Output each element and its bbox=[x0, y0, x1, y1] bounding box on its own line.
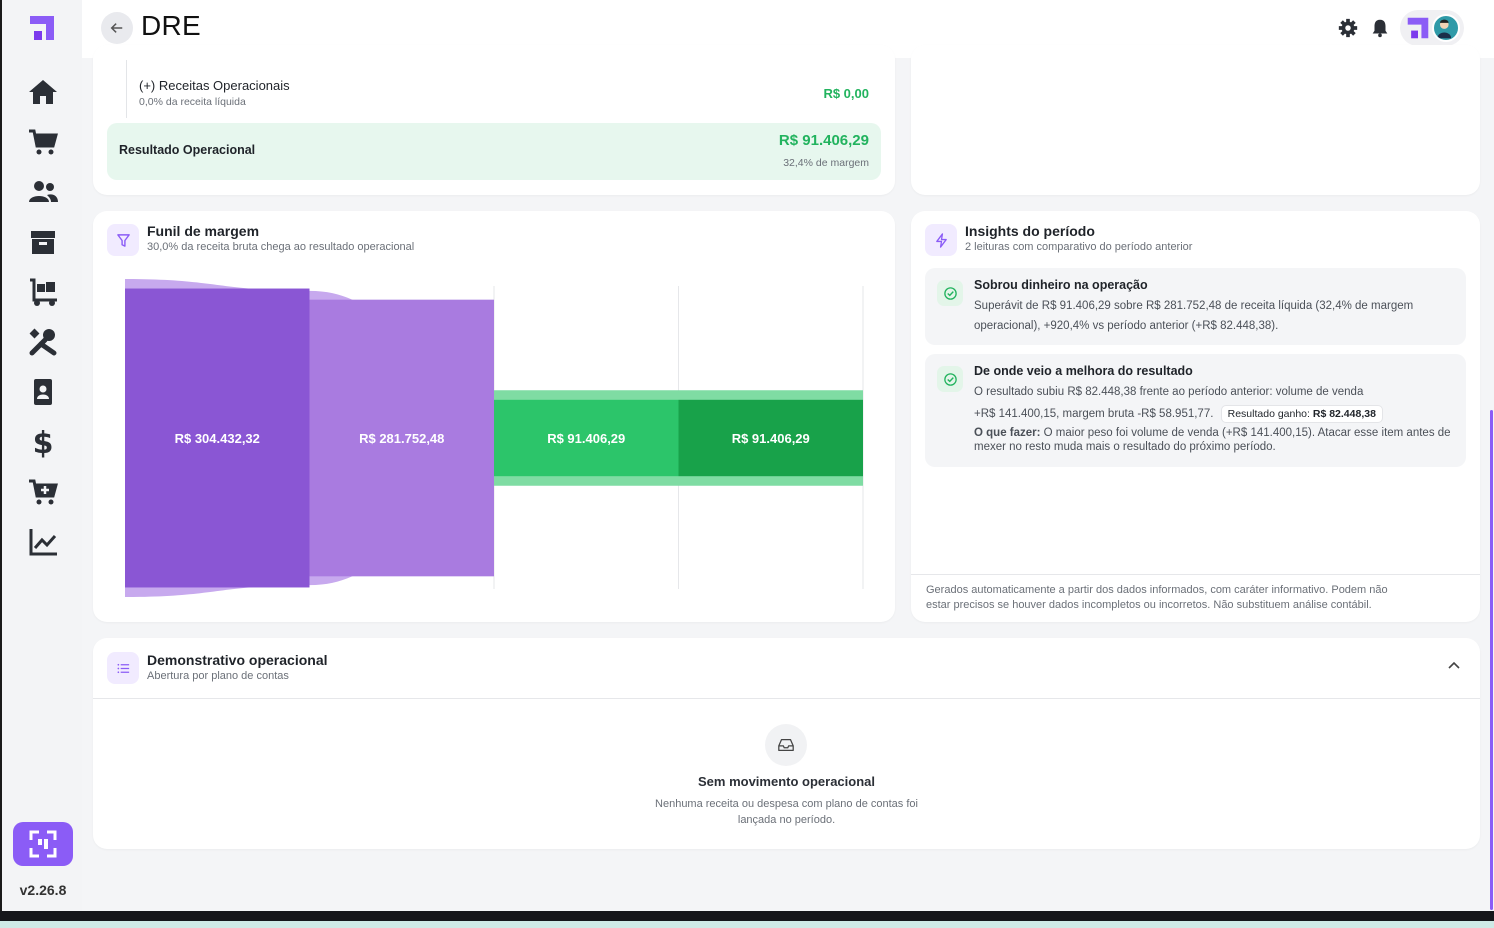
result-box: Resultado Operacional R$ 91.406,29 32,4%… bbox=[107, 123, 881, 180]
todo-text: mexer no resto muda mais o resultado do … bbox=[974, 441, 1276, 453]
empty-line: lançada no período. bbox=[737, 814, 836, 826]
logo-icon[interactable] bbox=[28, 14, 56, 42]
funnel-stage-label: R$ 304.432,32 bbox=[175, 431, 260, 446]
insights-footer: Gerados automaticamente a partir dos dad… bbox=[926, 583, 1388, 613]
dollar-icon[interactable]: $ bbox=[25, 426, 61, 458]
funnel-card: Funil de margem 30,0% da receita bruta c… bbox=[93, 211, 895, 622]
home-icon[interactable] bbox=[25, 76, 61, 108]
bell-icon[interactable] bbox=[1369, 17, 1391, 39]
chip-value: R$ 82.448,38 bbox=[1312, 408, 1376, 420]
divider bbox=[911, 574, 1480, 575]
insight-title: Sobrou dinheiro na operação bbox=[974, 278, 1148, 292]
app-window: $ v2.26.8 DRE (+) Receitas Operacionais … bbox=[0, 0, 1494, 911]
empty-line: Nenhuma receita ou despesa com plano de … bbox=[655, 798, 918, 810]
insight-todo: O que fazer: O maior peso foi volume de … bbox=[974, 426, 1458, 454]
statement-subtitle: Abertura por plano de contas bbox=[147, 670, 289, 682]
dolly-icon[interactable] bbox=[25, 276, 61, 308]
insight-line: operacional), +920,4% vs período anterio… bbox=[974, 320, 1279, 332]
footer-line: Gerados automaticamente a partir dos dad… bbox=[926, 584, 1388, 596]
statement-title: Demonstrativo operacional bbox=[147, 652, 328, 668]
empty-state-text: Nenhuma receita ou despesa com plano de … bbox=[93, 796, 1480, 828]
svg-text:$: $ bbox=[33, 426, 54, 458]
user-menu[interactable] bbox=[1400, 10, 1464, 46]
result-gain-chip: Resultado ganho: R$ 82.448,38 bbox=[1220, 405, 1383, 423]
top-right-card bbox=[911, 45, 1480, 195]
row-value: R$ 0,00 bbox=[823, 86, 869, 101]
users-icon[interactable] bbox=[25, 176, 61, 208]
operating-result-card: (+) Receitas Operacionais 0,0% da receit… bbox=[93, 45, 895, 195]
check-icon bbox=[937, 280, 963, 306]
taskbar-edge bbox=[0, 911, 1494, 921]
qr-icon bbox=[29, 830, 57, 858]
funnel-stage-label: R$ 91.406,29 bbox=[732, 431, 810, 446]
chip-label: Resultado ganho: bbox=[1227, 408, 1310, 420]
result-label: Resultado Operacional bbox=[119, 143, 256, 157]
workspace-button[interactable] bbox=[13, 822, 73, 866]
result-margin: 32,4% de margem bbox=[783, 157, 869, 169]
empty-state-title: Sem movimento operacional bbox=[698, 774, 875, 789]
row-sub: 0,0% da receita líquida bbox=[139, 96, 246, 108]
contact-icon[interactable] bbox=[25, 376, 61, 408]
insight-line: +R$ 141.400,15, margem bruta -R$ 58.951,… bbox=[974, 408, 1214, 420]
chart-line-icon[interactable] bbox=[25, 526, 61, 558]
insights-subtitle: 2 leituras com comparativo do período an… bbox=[965, 241, 1193, 253]
funnel-subtitle: 30,0% da receita bruta chega ao resultad… bbox=[147, 241, 415, 253]
sidebar: $ v2.26.8 bbox=[0, 0, 82, 911]
divider bbox=[93, 698, 1480, 699]
scrollbar[interactable] bbox=[1490, 410, 1493, 910]
check-icon bbox=[937, 366, 963, 392]
insight-item: Sobrou dinheiro na operação Superávit de… bbox=[925, 268, 1466, 345]
insight-title: De onde veio a melhora do resultado bbox=[974, 364, 1193, 378]
funnel-stage-label: R$ 91.406,29 bbox=[547, 431, 625, 446]
todo-label: O que fazer: bbox=[974, 427, 1041, 439]
list-icon bbox=[107, 652, 139, 684]
statement-card: Demonstrativo operacional Abertura por p… bbox=[93, 638, 1480, 849]
row-label: (+) Receitas Operacionais bbox=[139, 78, 290, 93]
insights-title: Insights do período bbox=[965, 223, 1095, 239]
gear-icon[interactable] bbox=[1337, 17, 1359, 39]
back-button[interactable] bbox=[101, 12, 133, 44]
avatar bbox=[1432, 14, 1460, 42]
chevron-up-icon[interactable] bbox=[1446, 658, 1464, 676]
arrow-left-icon bbox=[110, 23, 123, 33]
funnel-title: Funil de margem bbox=[147, 223, 260, 239]
box-icon[interactable] bbox=[25, 226, 61, 258]
funnel-stage-label: R$ 281.752,48 bbox=[359, 431, 444, 446]
logo-icon bbox=[1407, 17, 1429, 39]
app-version: v2.26.8 bbox=[19, 882, 67, 898]
todo-text: O maior peso foi volume de venda (+R$ 14… bbox=[1040, 427, 1451, 439]
cart-icon[interactable] bbox=[25, 126, 61, 158]
funnel-chart: R$ 304.432,32 R$ 281.752,48 R$ 91.406,29 R$… bbox=[125, 279, 864, 597]
insight-line: Superávit de R$ 91.406,29 sobre R$ 281.7… bbox=[974, 300, 1414, 312]
insights-card: Insights do período 2 leituras com compa… bbox=[911, 211, 1480, 622]
footer-line: estar precisos se houver dados incomplet… bbox=[926, 599, 1372, 611]
cart-plus-icon[interactable] bbox=[25, 476, 61, 508]
tools-icon[interactable] bbox=[25, 326, 61, 358]
bolt-icon bbox=[925, 224, 957, 256]
insight-line-with-chip: +R$ 141.400,15, margem bruta -R$ 58.951,… bbox=[974, 404, 1458, 424]
filter-icon bbox=[107, 224, 139, 256]
page-title: DRE bbox=[141, 10, 202, 41]
result-value: R$ 91.406,29 bbox=[778, 132, 869, 149]
row-divider bbox=[126, 60, 127, 118]
insight-line: O resultado subiu R$ 82.448,38 frente ao… bbox=[974, 386, 1364, 398]
insight-item: De onde veio a melhora do resultado O re… bbox=[925, 354, 1466, 467]
inbox-icon bbox=[765, 724, 807, 766]
